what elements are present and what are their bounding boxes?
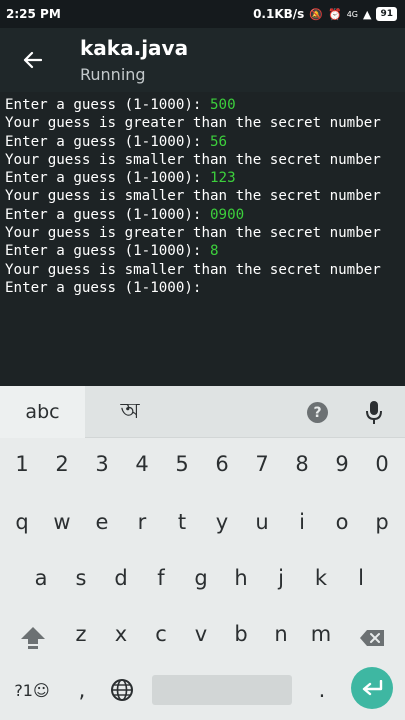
console-prompt-text: Enter a guess (1-1000): xyxy=(5,243,210,260)
key-e[interactable]: e xyxy=(82,496,122,548)
period-key[interactable]: . xyxy=(302,664,342,716)
back-button[interactable] xyxy=(14,44,50,76)
key-s[interactable]: s xyxy=(61,552,101,604)
console-prompt-text: Your guess is greater than the secret nu… xyxy=(5,115,381,132)
mute-icon: 🔕 xyxy=(309,7,323,21)
delete-key[interactable] xyxy=(352,612,392,664)
page-title: kaka.java xyxy=(80,36,189,60)
network-type-icon: 4G xyxy=(346,9,358,19)
key-g[interactable]: g xyxy=(181,552,221,604)
console-user-input: 123 xyxy=(210,170,236,187)
space-key[interactable] xyxy=(152,675,292,705)
console-prompt-text: Enter a guess (1-1000): xyxy=(5,170,210,187)
shift-arrow-icon xyxy=(21,627,45,649)
key-d[interactable]: d xyxy=(101,552,141,604)
key-u[interactable]: u xyxy=(242,496,282,548)
key-6[interactable]: 6 xyxy=(202,438,242,490)
globe-icon xyxy=(111,679,133,701)
alarm-icon: ⏰ xyxy=(328,7,342,21)
key-r[interactable]: r xyxy=(122,496,162,548)
enter-key[interactable] xyxy=(351,667,393,709)
console-line: Your guess is smaller than the secret nu… xyxy=(5,151,405,169)
key-y[interactable]: y xyxy=(202,496,242,548)
key-c[interactable]: c xyxy=(141,608,181,660)
key-k[interactable]: k xyxy=(301,552,341,604)
key-i[interactable]: i xyxy=(282,496,322,548)
console-prompt-text: Your guess is greater than the secret nu… xyxy=(5,225,381,242)
comma-key[interactable]: , xyxy=(62,664,102,716)
key-j[interactable]: j xyxy=(261,552,301,604)
key-h[interactable]: h xyxy=(221,552,261,604)
keyboard-toolbar: abc অ ? xyxy=(0,386,405,438)
key-w[interactable]: w xyxy=(42,496,82,548)
status-bar: 2:25 PM 0.1KB/s 🔕 ⏰ 4G ▲ 91 xyxy=(0,0,405,28)
key-z[interactable]: z xyxy=(61,608,101,660)
key-q[interactable]: q xyxy=(2,496,42,548)
console-line: Enter a guess (1-1000): 500 xyxy=(5,96,405,114)
help-icon[interactable]: ? xyxy=(307,402,328,423)
console-prompt-text: Enter a guess (1-1000): xyxy=(5,279,210,296)
status-icons: 0.1KB/s 🔕 ⏰ 4G ▲ 91 xyxy=(253,7,397,21)
console-prompt-text: Your guess is smaller than the secret nu… xyxy=(5,151,381,168)
enter-arrow-icon xyxy=(362,680,383,696)
run-status: Running xyxy=(80,65,146,84)
console-line: Enter a guess (1-1000): 123 xyxy=(5,169,405,187)
key-m[interactable]: m xyxy=(301,608,341,660)
backspace-icon xyxy=(360,630,384,646)
language-switch-key[interactable] xyxy=(102,664,142,716)
console-line: Your guess is greater than the secret nu… xyxy=(5,224,405,242)
console-line: Enter a guess (1-1000): xyxy=(5,279,405,297)
console-line: Your guess is smaller than the secret nu… xyxy=(5,187,405,205)
shift-key[interactable] xyxy=(13,612,53,664)
key-7[interactable]: 7 xyxy=(242,438,282,490)
key-9[interactable]: 9 xyxy=(322,438,362,490)
console-prompt-text: Your guess is smaller than the secret nu… xyxy=(5,261,381,278)
console-line: Enter a guess (1-1000): 56 xyxy=(5,133,405,151)
key-n[interactable]: n xyxy=(261,608,301,660)
console-line: Your guess is greater than the secret nu… xyxy=(5,114,405,132)
on-screen-keyboard: abc অ ? ?1☺ , . 1 2 3 4 5 6 7 8 9 0 q w … xyxy=(0,386,405,720)
console-line: Enter a guess (1-1000): 8 xyxy=(5,242,405,260)
key-t[interactable]: t xyxy=(162,496,202,548)
key-v[interactable]: v xyxy=(181,608,221,660)
console-prompt-text: Enter a guess (1-1000): xyxy=(5,133,210,150)
console-user-input: 56 xyxy=(210,133,228,150)
key-2[interactable]: 2 xyxy=(42,438,82,490)
net-speed: 0.1KB/s xyxy=(253,7,305,21)
lang-bengali-button[interactable]: অ xyxy=(100,386,160,438)
key-f[interactable]: f xyxy=(141,552,181,604)
key-x[interactable]: x xyxy=(101,608,141,660)
console-user-input: 8 xyxy=(210,243,219,260)
console-prompt-text: Your guess is smaller than the secret nu… xyxy=(5,188,381,205)
key-4[interactable]: 4 xyxy=(122,438,162,490)
key-1[interactable]: 1 xyxy=(2,438,42,490)
console-user-input: 0900 xyxy=(210,206,245,223)
key-l[interactable]: l xyxy=(341,552,381,604)
key-5[interactable]: 5 xyxy=(162,438,202,490)
battery-icon: 91 xyxy=(376,7,397,21)
key-o[interactable]: o xyxy=(322,496,362,548)
key-b[interactable]: b xyxy=(221,608,261,660)
console-prompt-text: Enter a guess (1-1000): xyxy=(5,97,210,113)
console-output[interactable]: Enter a guess (1-1000): 500 Your guess is… xyxy=(0,92,405,386)
console-line: Your guess is smaller than the secret nu… xyxy=(5,261,405,279)
app-bar: kaka.java Running xyxy=(0,28,405,92)
key-8[interactable]: 8 xyxy=(282,438,322,490)
key-p[interactable]: p xyxy=(362,496,402,548)
status-time: 2:25 PM xyxy=(6,7,61,21)
console-prompt-text: Enter a guess (1-1000): xyxy=(5,206,210,223)
signal-icon: ▲ xyxy=(363,7,372,21)
lang-english-button[interactable]: abc xyxy=(0,386,85,438)
console-user-input: 500 xyxy=(210,97,236,113)
arrow-back-icon xyxy=(23,51,42,69)
microphone-icon[interactable] xyxy=(364,400,384,426)
key-a[interactable]: a xyxy=(21,552,61,604)
console-line: Enter a guess (1-1000): 0900 xyxy=(5,206,405,224)
key-0[interactable]: 0 xyxy=(362,438,402,490)
symbols-key[interactable]: ?1☺ xyxy=(8,664,56,716)
key-3[interactable]: 3 xyxy=(82,438,122,490)
